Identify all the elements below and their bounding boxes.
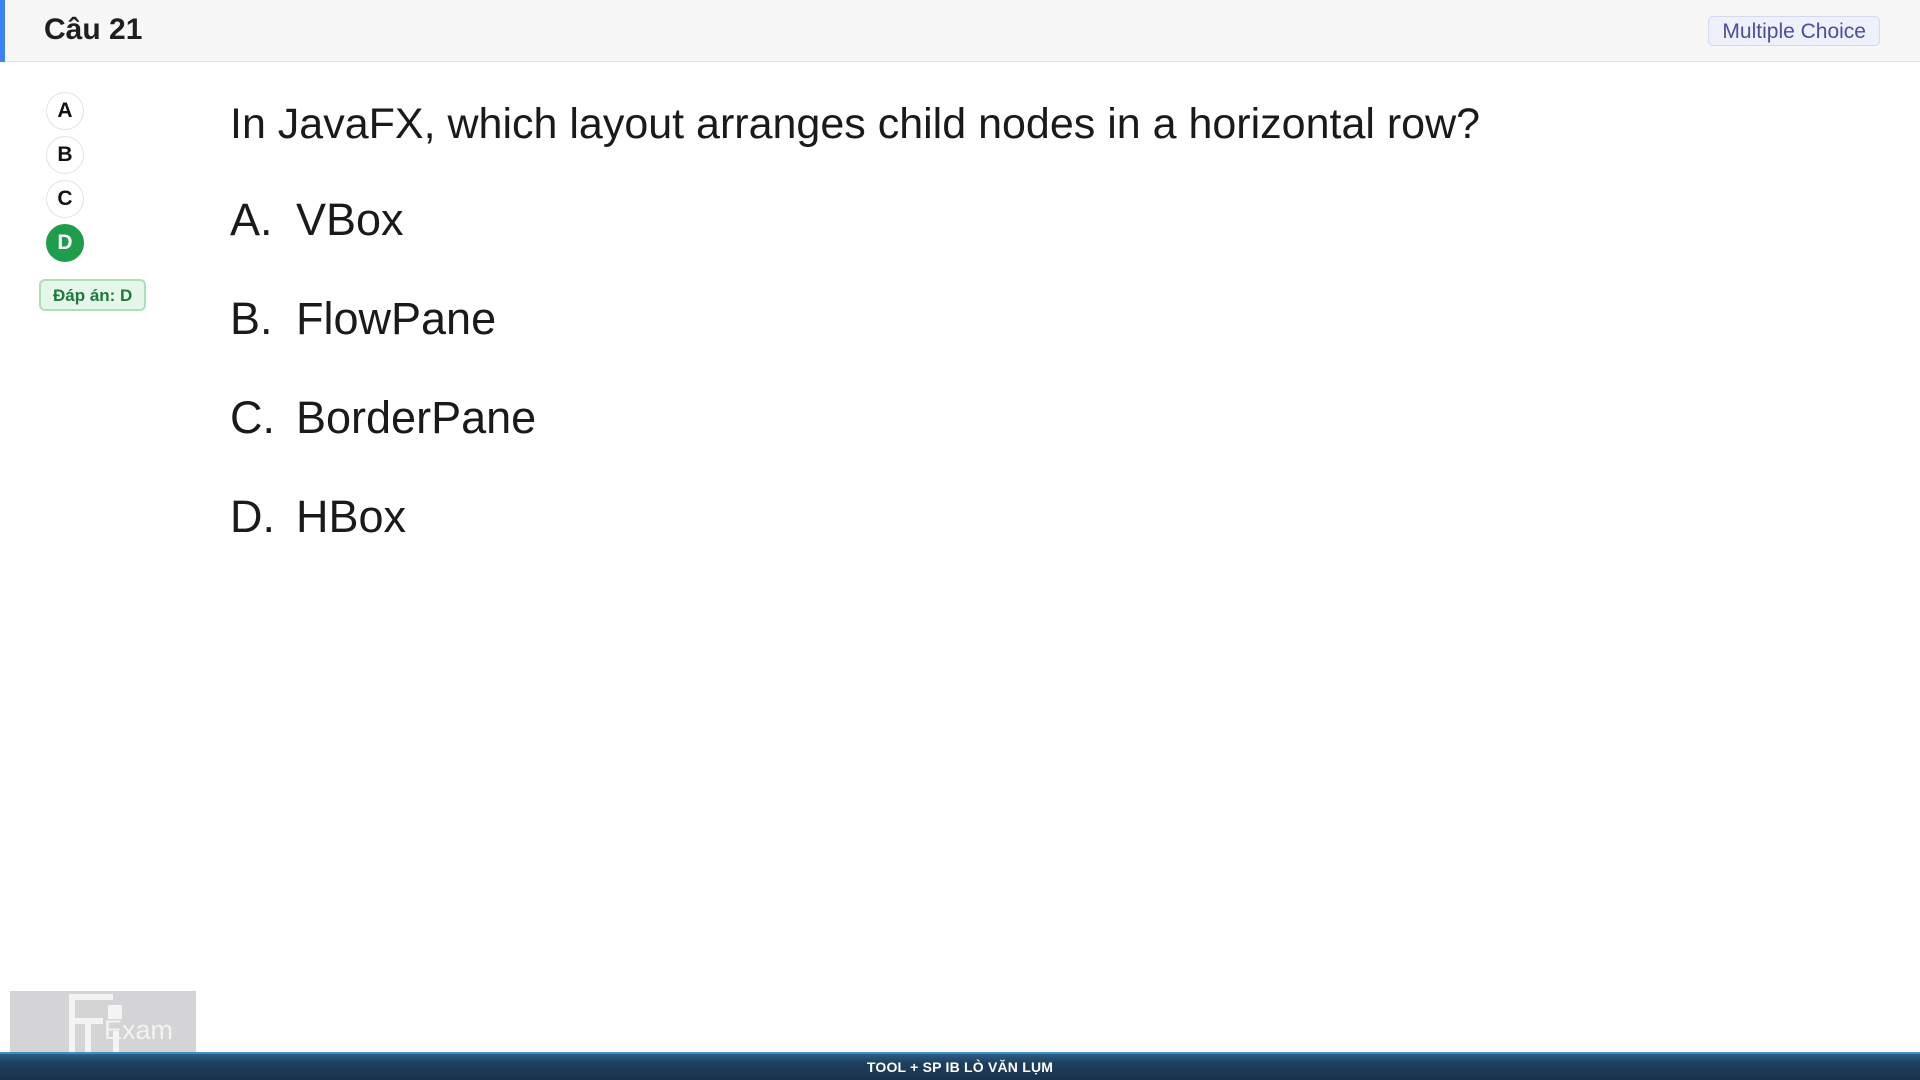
choice-letter: D. [230, 491, 275, 542]
choice-c: C. BorderPane [230, 392, 536, 444]
choice-text: BorderPane [296, 392, 537, 443]
choice-b: B. FlowPane [230, 293, 496, 345]
question-type-badge: Multiple Choice [1708, 16, 1880, 46]
correct-answer-tag: Đáp án: D [39, 279, 147, 311]
option-a-button[interactable]: A [46, 92, 84, 130]
question-header: Câu 21 Multiple Choice [0, 0, 1920, 62]
choice-letter: C. [230, 392, 275, 443]
choice-letter: A. [230, 194, 273, 245]
header-accent-bar [0, 0, 5, 62]
choice-d: D. HBox [230, 491, 406, 543]
choice-a: A. VBox [230, 194, 404, 246]
choice-text: FlowPane [296, 293, 497, 344]
choice-text: HBox [296, 491, 407, 542]
logo-text: Exam [104, 1015, 174, 1045]
question-text: In JavaFX, which layout arranges child n… [230, 100, 1481, 148]
question-number: Câu 21 [44, 13, 143, 46]
choice-text: VBox [296, 194, 404, 245]
exam-page: Câu 21 Multiple Choice A B C D Đáp án: D… [0, 0, 1920, 1080]
choice-letter: B. [230, 293, 273, 344]
footer-bar: TOOL + SP IB LÒ VĂN LỤM [0, 1052, 1920, 1080]
option-c-button[interactable]: C [46, 180, 84, 218]
option-b-button[interactable]: B [46, 136, 84, 174]
option-d-button[interactable]: D [46, 224, 84, 262]
